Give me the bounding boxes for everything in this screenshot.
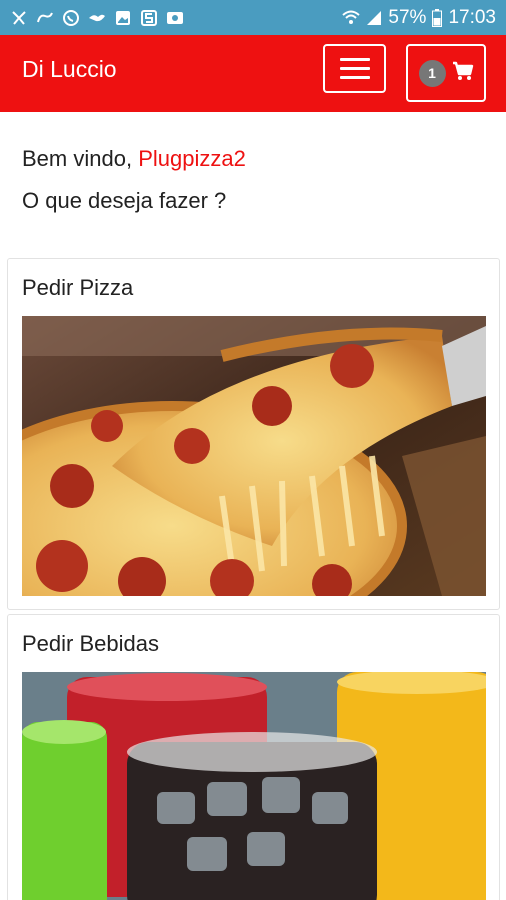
s-app-icon — [140, 9, 158, 27]
pepperoni-pizza-photo[interactable] — [22, 316, 486, 596]
welcome-message: Bem vindo, Plugpizza2 — [22, 145, 246, 173]
clock: 17:03 — [448, 6, 496, 28]
hamburger-bar — [339, 58, 370, 61]
greeting-text: Bem vindo, — [22, 146, 133, 171]
bird-icon — [88, 9, 106, 27]
wifi-icon — [342, 10, 361, 26]
battery-icon — [432, 8, 443, 27]
menu-button[interactable] — [323, 44, 386, 93]
camera-icon — [166, 9, 184, 27]
card-title: Pedir Bebidas — [22, 631, 159, 656]
brand-title[interactable]: Di Luccio — [22, 56, 117, 83]
status-bar: 57% 17:03 — [0, 0, 506, 35]
question-text: O que deseja fazer ? — [22, 188, 227, 213]
order-drinks-card[interactable]: Pedir Bebidas — [7, 614, 500, 900]
hamburger-bar — [339, 76, 370, 79]
system-status: 57% 17:03 — [342, 7, 496, 29]
app-header: Di Luccio 1 — [0, 35, 506, 112]
notification-icons — [10, 9, 184, 27]
cart-icon — [452, 61, 474, 86]
signal-icon — [366, 10, 382, 26]
battery-percent: 57% — [388, 6, 427, 28]
card-title: Pedir Pizza — [22, 275, 134, 300]
sms-icon — [36, 9, 54, 27]
cart-count-badge: 1 — [418, 59, 446, 87]
order-pizza-card[interactable]: Pedir Pizza — [7, 258, 500, 610]
image-icon — [114, 9, 132, 27]
notification-icon — [10, 9, 28, 27]
hamburger-bar — [339, 67, 370, 70]
username: Plugpizza2 — [138, 146, 246, 171]
cart-button[interactable]: 1 — [406, 44, 486, 102]
drinks-glasses-photo[interactable] — [22, 672, 486, 900]
whatsapp-icon — [62, 9, 80, 27]
